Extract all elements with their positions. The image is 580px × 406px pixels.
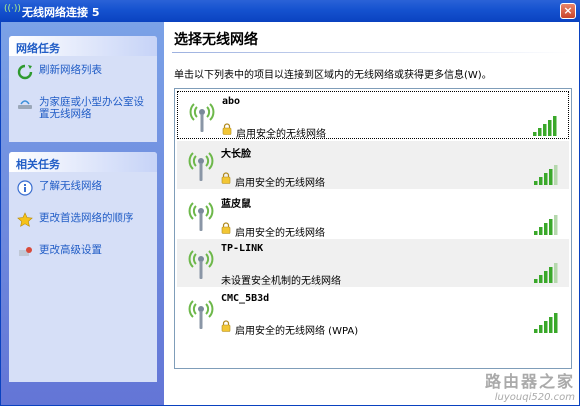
- wireless-antenna-icon: [188, 202, 214, 231]
- heading-divider: [172, 52, 572, 53]
- network-ssid: TP-LINK: [221, 243, 264, 254]
- learn-wireless-link[interactable]: 了解无线网络: [17, 180, 151, 196]
- signal-strength-icon: [534, 165, 558, 185]
- setup-network-icon: [18, 100, 32, 109]
- refresh-network-list-link[interactable]: 刷新网络列表: [17, 64, 151, 80]
- network-list[interactable]: abo 启用安全的无线网络 大长脸 启用安全的无线网络 蓝皮鼠 启用安全的无线网络 TP-L…: [174, 88, 572, 369]
- network-security-text: 启用安全的无线网络: [235, 178, 325, 189]
- instruction-text: 单击以下列表中的项目以连接到区域内的无线网络或获得更多信息(W)。: [174, 70, 492, 81]
- lock-icon: [221, 222, 231, 234]
- setup-home-network-link[interactable]: 为家庭或小型办公室设置无线网络: [17, 96, 151, 120]
- lock-icon: [222, 123, 232, 135]
- network-security-text: 未设置安全机制的无线网络: [221, 276, 341, 287]
- network-item[interactable]: TP-LINK 未设置安全机制的无线网络: [177, 239, 569, 287]
- info-icon: [17, 180, 33, 196]
- wireless-antenna-icon: [189, 103, 215, 132]
- network-item[interactable]: abo 启用安全的无线网络: [177, 91, 569, 140]
- lock-icon: [221, 172, 231, 184]
- signal-strength-icon: [534, 215, 558, 235]
- watermark: 路由器之家 luyouqi520.com: [484, 372, 575, 403]
- network-security-text: 启用安全的无线网络: [235, 228, 325, 239]
- related-tasks-panel: 相关任务 了解无线网络 更改首选网络的顺序 更改高级设置: [9, 152, 157, 382]
- network-ssid: abo: [222, 96, 241, 107]
- wireless-antenna-icon: [188, 300, 214, 329]
- network-tasks-panel: 网络任务 刷新网络列表 为家庭或小型办公室设置无线网络: [9, 36, 157, 142]
- page-title: 选择无线网络: [174, 32, 258, 48]
- network-ssid: 蓝皮鼠: [221, 199, 251, 210]
- title-bar: ((·)) 无线网络连接 5 ×: [0, 0, 580, 22]
- network-security-text: 启用安全的无线网络 (WPA): [235, 326, 359, 337]
- window-body: 网络任务 刷新网络列表 为家庭或小型办公室设置无线网络 相关任务 了解无线网络 …: [0, 22, 580, 406]
- signal-strength-icon: [534, 263, 558, 283]
- network-item[interactable]: 大长脸启用安全的无线网络: [177, 141, 569, 189]
- refresh-icon: [17, 64, 33, 80]
- change-preferred-order-link[interactable]: 更改首选网络的顺序: [17, 212, 151, 228]
- lock-icon: [221, 320, 231, 332]
- close-button[interactable]: ×: [560, 3, 576, 19]
- star-icon: [17, 212, 33, 227]
- network-ssid: CMC_5B3d: [221, 293, 270, 304]
- task-pane: 网络任务 刷新网络列表 为家庭或小型办公室设置无线网络 相关任务 了解无线网络 …: [1, 22, 164, 405]
- window-title: 无线网络连接 5: [22, 6, 100, 19]
- related-tasks-title: 相关任务: [9, 152, 157, 172]
- change-advanced-settings-link[interactable]: 更改高级设置: [17, 244, 151, 260]
- wireless-antenna-icon: [188, 152, 214, 181]
- main-pane: 选择无线网络 单击以下列表中的项目以连接到区域内的无线网络或获得更多信息(W)。…: [164, 22, 579, 405]
- network-security-text: 启用安全的无线网络: [236, 129, 326, 140]
- signal-strength-icon: [534, 313, 558, 333]
- network-tasks-title: 网络任务: [9, 36, 157, 56]
- advanced-settings-icon: [19, 247, 32, 256]
- wireless-antenna-icon: [188, 250, 214, 279]
- network-item[interactable]: CMC_5B3d 启用安全的无线网络 (WPA): [177, 289, 569, 337]
- network-ssid: 大长脸: [221, 149, 251, 160]
- signal-strength-icon: [533, 116, 557, 136]
- network-item[interactable]: 蓝皮鼠启用安全的无线网络: [177, 191, 569, 239]
- wireless-icon: ((·)): [4, 4, 21, 14]
